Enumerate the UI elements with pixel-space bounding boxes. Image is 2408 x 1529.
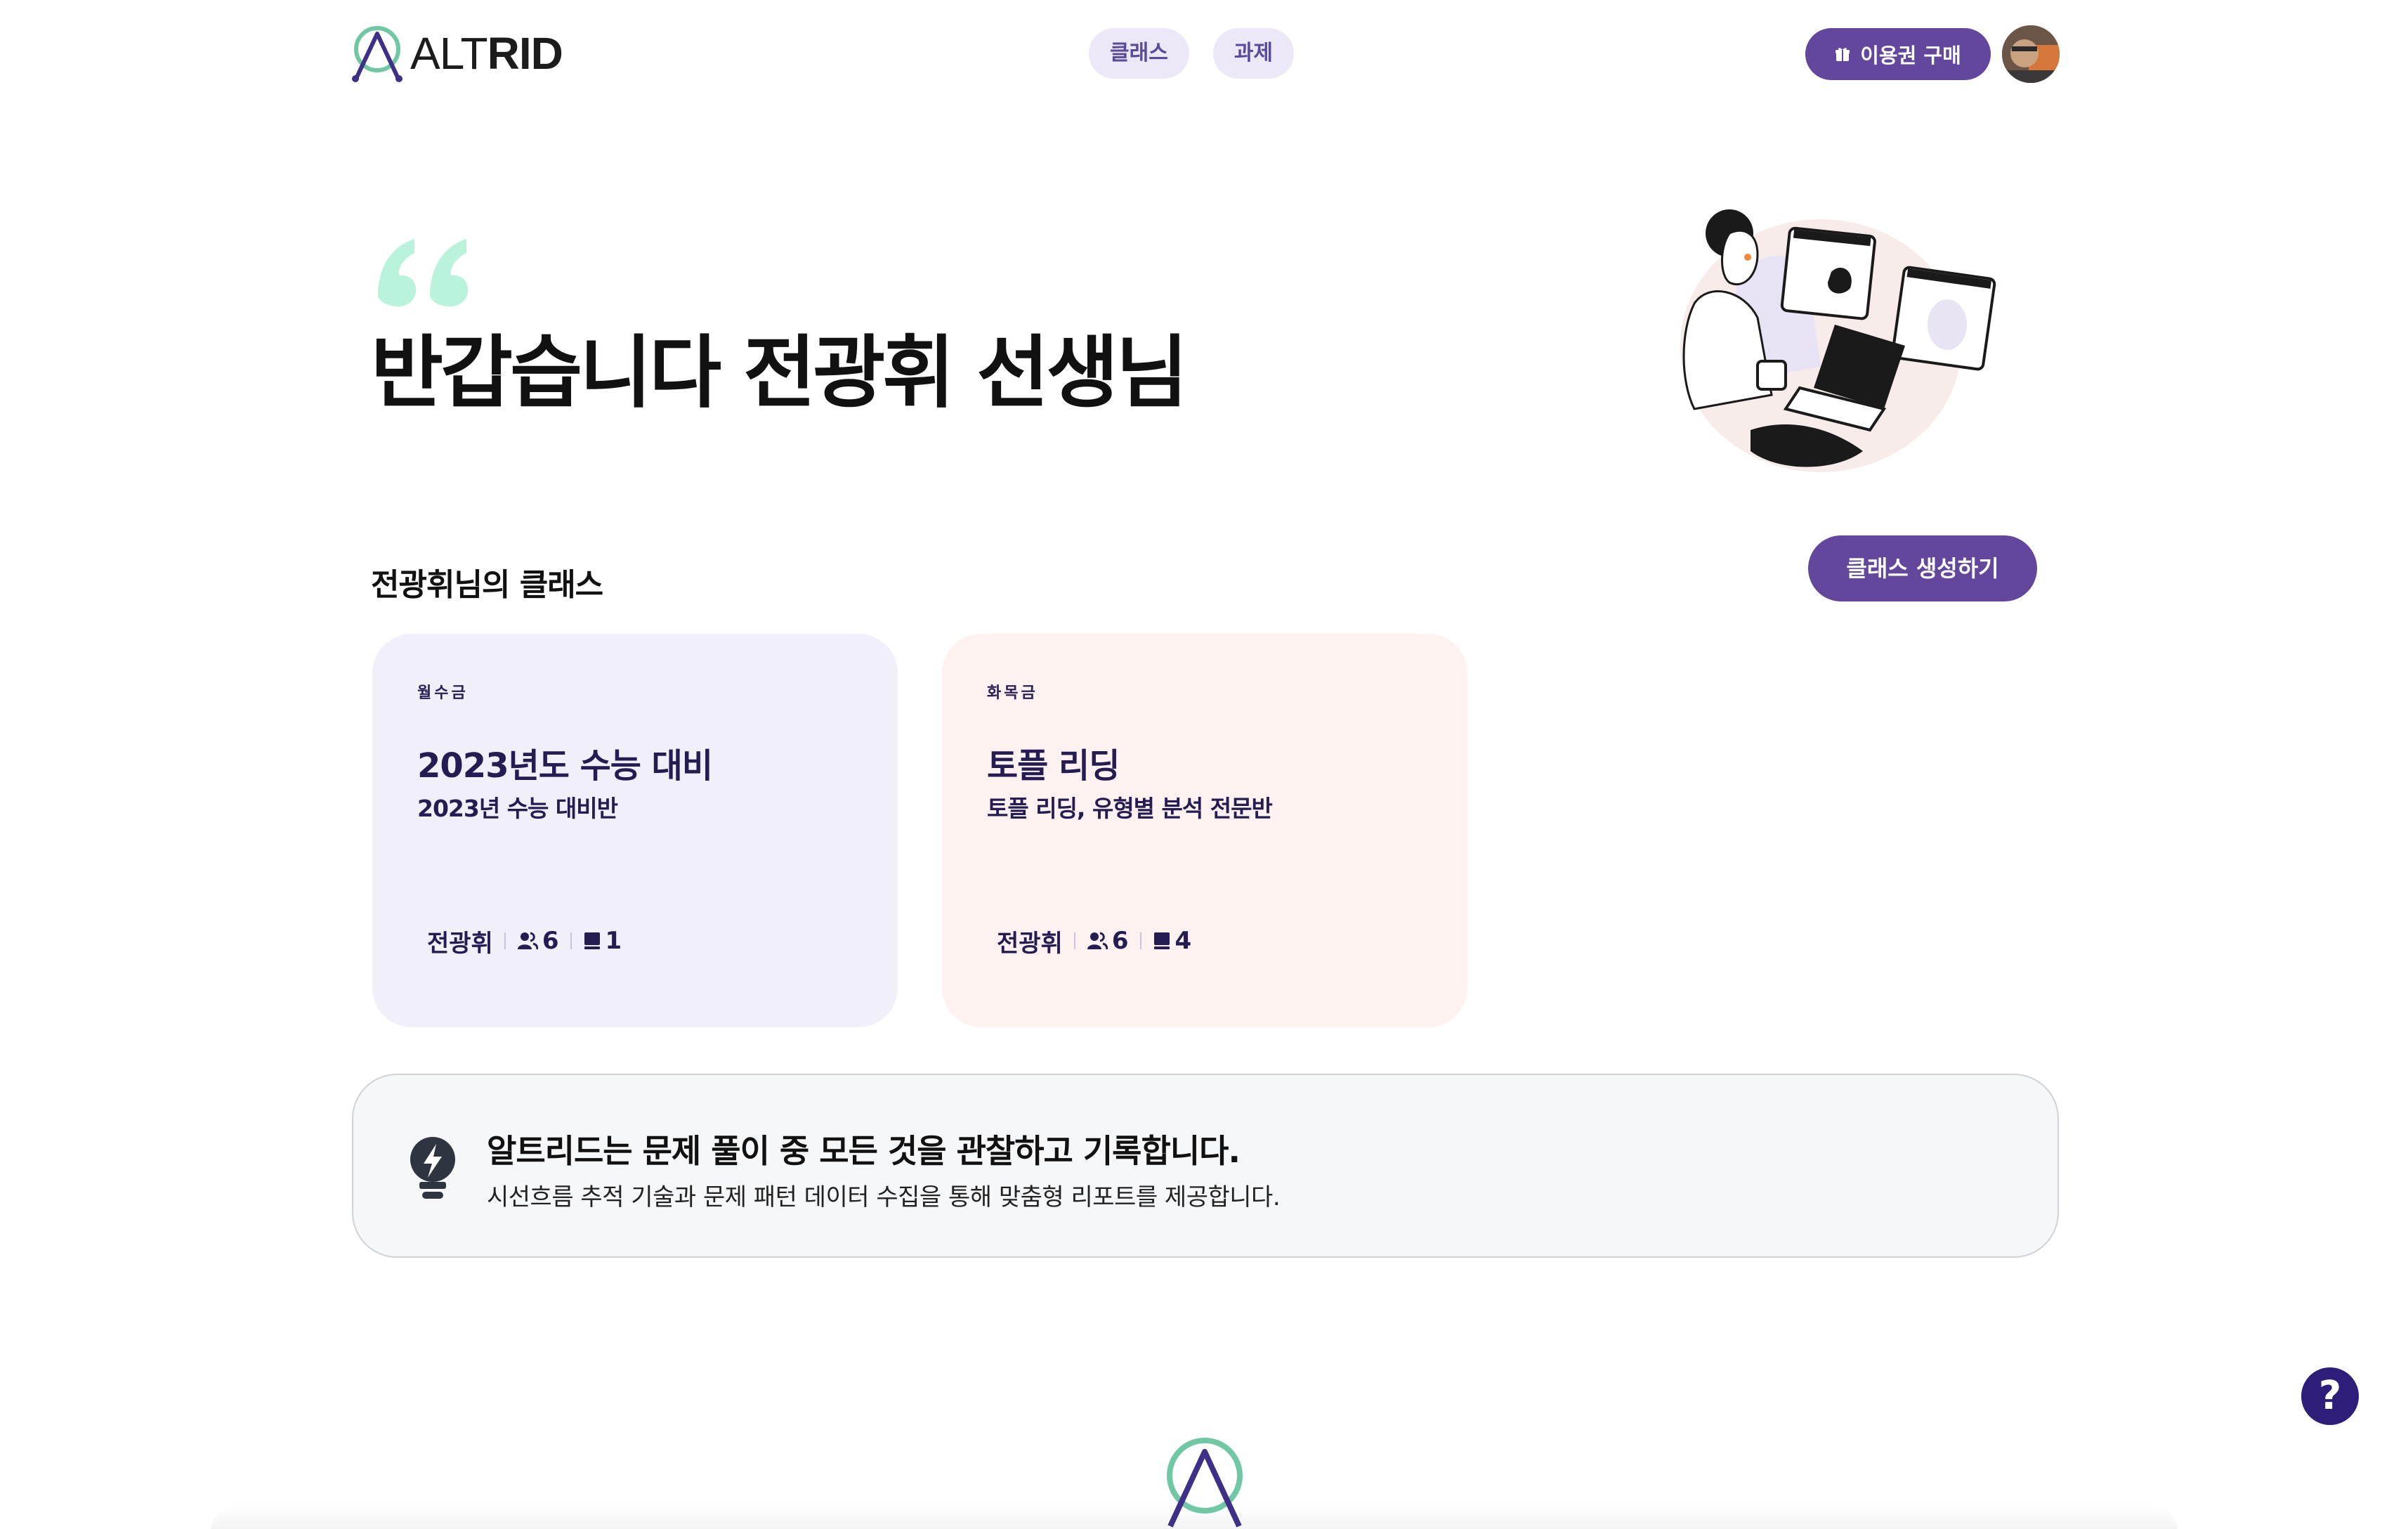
class-student-count: 6 — [542, 927, 559, 955]
buy-pass-label: 이용권 구매 — [1860, 44, 1961, 67]
altrid-logo-icon — [1167, 1438, 1243, 1528]
altrid-logo[interactable]: ALTRID — [350, 24, 563, 83]
avatar-photo — [2002, 25, 2060, 83]
buy-pass-button[interactable]: 이용권 구매 — [1805, 28, 1991, 80]
class-card[interactable]: 화목금 토플 리딩 토플 리딩, 유형별 분석 전문반 전광휘 6 4 — [942, 634, 1467, 1027]
class-subtitle: 토플 리딩, 유형별 분석 전문반 — [987, 795, 1273, 822]
create-class-button[interactable]: 클래스 생성하기 — [1808, 535, 2037, 601]
meta-divider — [1139, 932, 1141, 949]
meta-divider — [570, 932, 572, 949]
info-banner: 알트리드는 문제 풀이 중 모든 것을 관찰하고 기록합니다. 시선흐름 추적 … — [352, 1074, 2059, 1258]
class-title: 토플 리딩 — [987, 746, 1120, 786]
teacher-illustration — [1680, 209, 1996, 472]
greeting-title: 반갑습니다 전광휘 선생님 — [371, 327, 1188, 419]
lightbulb-icon — [410, 1137, 455, 1199]
students-icon — [517, 932, 538, 950]
class-title: 2023년도 수능 대비 — [417, 746, 713, 786]
nav-assignments[interactable]: 과제 — [1212, 28, 1295, 79]
banner-subtitle: 시선흐름 추적 기술과 문제 패턴 데이터 수집을 통해 맞춤형 리포트를 제공… — [487, 1183, 1281, 1211]
quote-icon — [378, 239, 469, 307]
class-assignment-count: 4 — [1174, 927, 1192, 955]
top-header: ALTRID 클래스 과제 이용권 구매 — [0, 0, 2408, 112]
class-meta: 전광휘 6 4 — [997, 923, 1191, 958]
book-icon — [584, 932, 600, 949]
avatar[interactable] — [2002, 25, 2060, 83]
meta-divider — [504, 932, 506, 949]
class-teacher: 전광휘 — [427, 929, 493, 958]
banner-title: 알트리드는 문제 풀이 중 모든 것을 관찰하고 기록합니다. — [487, 1132, 1241, 1170]
logo-wordmark: ALTRID — [410, 28, 563, 79]
class-assignment-count: 1 — [605, 927, 622, 955]
help-button[interactable]: ? — [2301, 1367, 2359, 1425]
book-icon — [1153, 932, 1170, 949]
gift-icon — [1836, 48, 1850, 61]
class-meta: 전광휘 6 1 — [427, 923, 622, 958]
help-icon: ? — [2318, 1373, 2342, 1419]
class-student-count: 6 — [1111, 927, 1129, 955]
students-icon — [1087, 932, 1108, 950]
class-card[interactable]: 월수금 2023년도 수능 대비 2023년 수능 대비반 전광휘 6 1 — [372, 634, 898, 1027]
altrid-logo-icon — [352, 26, 403, 82]
meta-divider — [1073, 932, 1075, 949]
class-days: 월수금 — [417, 684, 469, 702]
classes-section-title: 전광휘님의 클래스 — [371, 567, 603, 603]
class-teacher: 전광휘 — [997, 929, 1063, 958]
nav-classes[interactable]: 클래스 — [1089, 28, 1189, 79]
class-subtitle: 2023년 수능 대비반 — [417, 795, 618, 822]
class-days: 화목금 — [987, 684, 1038, 702]
main-nav: 클래스 과제 — [1089, 28, 1295, 79]
